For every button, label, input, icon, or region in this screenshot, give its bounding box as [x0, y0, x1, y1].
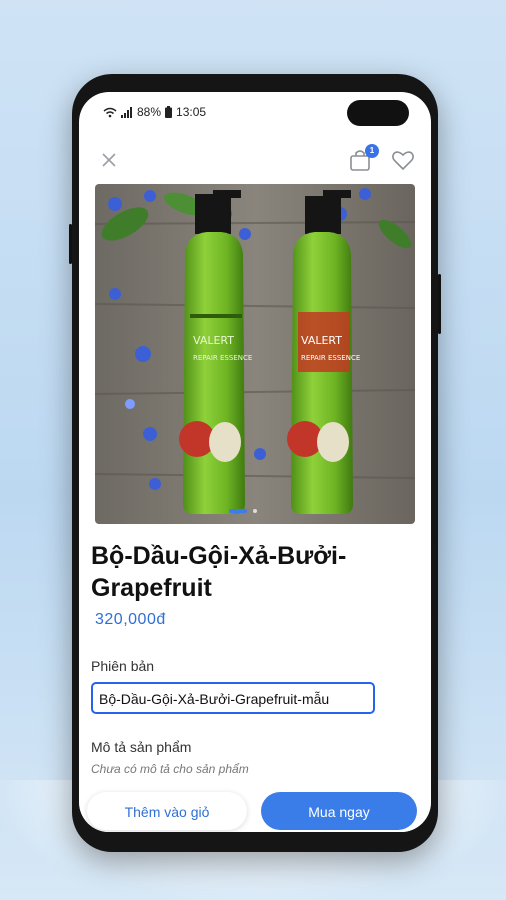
- status-bar: 88% 13:05: [79, 92, 431, 134]
- buy-now-button[interactable]: Mua ngay: [261, 792, 417, 830]
- bottle-line-2: REPAIR ESSENCE: [301, 354, 360, 362]
- shampoo-bottles-photo: VALERT REPAIR ESSENCE VALERT REPAIR ESSE…: [95, 184, 415, 524]
- phone-frame: 88% 13:05 1 VALERT REPAIR ESSENCE VALERT…: [69, 74, 441, 852]
- description-label: Mô tả sản phẩm: [91, 739, 192, 755]
- battery-icon: [165, 106, 173, 118]
- front-camera: [347, 100, 409, 126]
- wifi-icon: [103, 107, 117, 117]
- product-title: Bộ-Dầu-Gội-Xả-Bưởi-Grapefruit: [91, 542, 347, 602]
- description-empty-text: Chưa có mô tả cho sản phẩm: [91, 762, 249, 776]
- product-image[interactable]: VALERT REPAIR ESSENCE VALERT REPAIR ESSE…: [95, 184, 415, 524]
- signal-icon: [121, 106, 132, 118]
- heart-icon[interactable]: [391, 148, 415, 172]
- battery-percent: 88%: [137, 105, 162, 119]
- clock: 13:05: [176, 105, 207, 119]
- app-screen: 88% 13:05 1 VALERT REPAIR ESSENCE VALERT…: [79, 92, 431, 832]
- bottle-brand-1: VALERT: [193, 334, 234, 347]
- volume-button: [69, 224, 72, 264]
- power-button: [438, 274, 441, 334]
- product-price: 320,000đ: [95, 611, 166, 628]
- variant-label: Phiên bản: [91, 658, 155, 674]
- bottle-line-1: REPAIR ESSENCE: [193, 354, 252, 362]
- close-icon[interactable]: [99, 150, 119, 170]
- bottle-brand-2: VALERT: [301, 334, 342, 347]
- add-to-cart-button[interactable]: Thêm vào giỏ: [87, 792, 247, 830]
- product-top-bar: 1: [79, 144, 431, 180]
- cart-count-badge: 1: [365, 144, 379, 158]
- variant-select[interactable]: Bộ-Dầu-Gội-Xả-Bưởi-Grapefruit-mẫu: [91, 682, 375, 714]
